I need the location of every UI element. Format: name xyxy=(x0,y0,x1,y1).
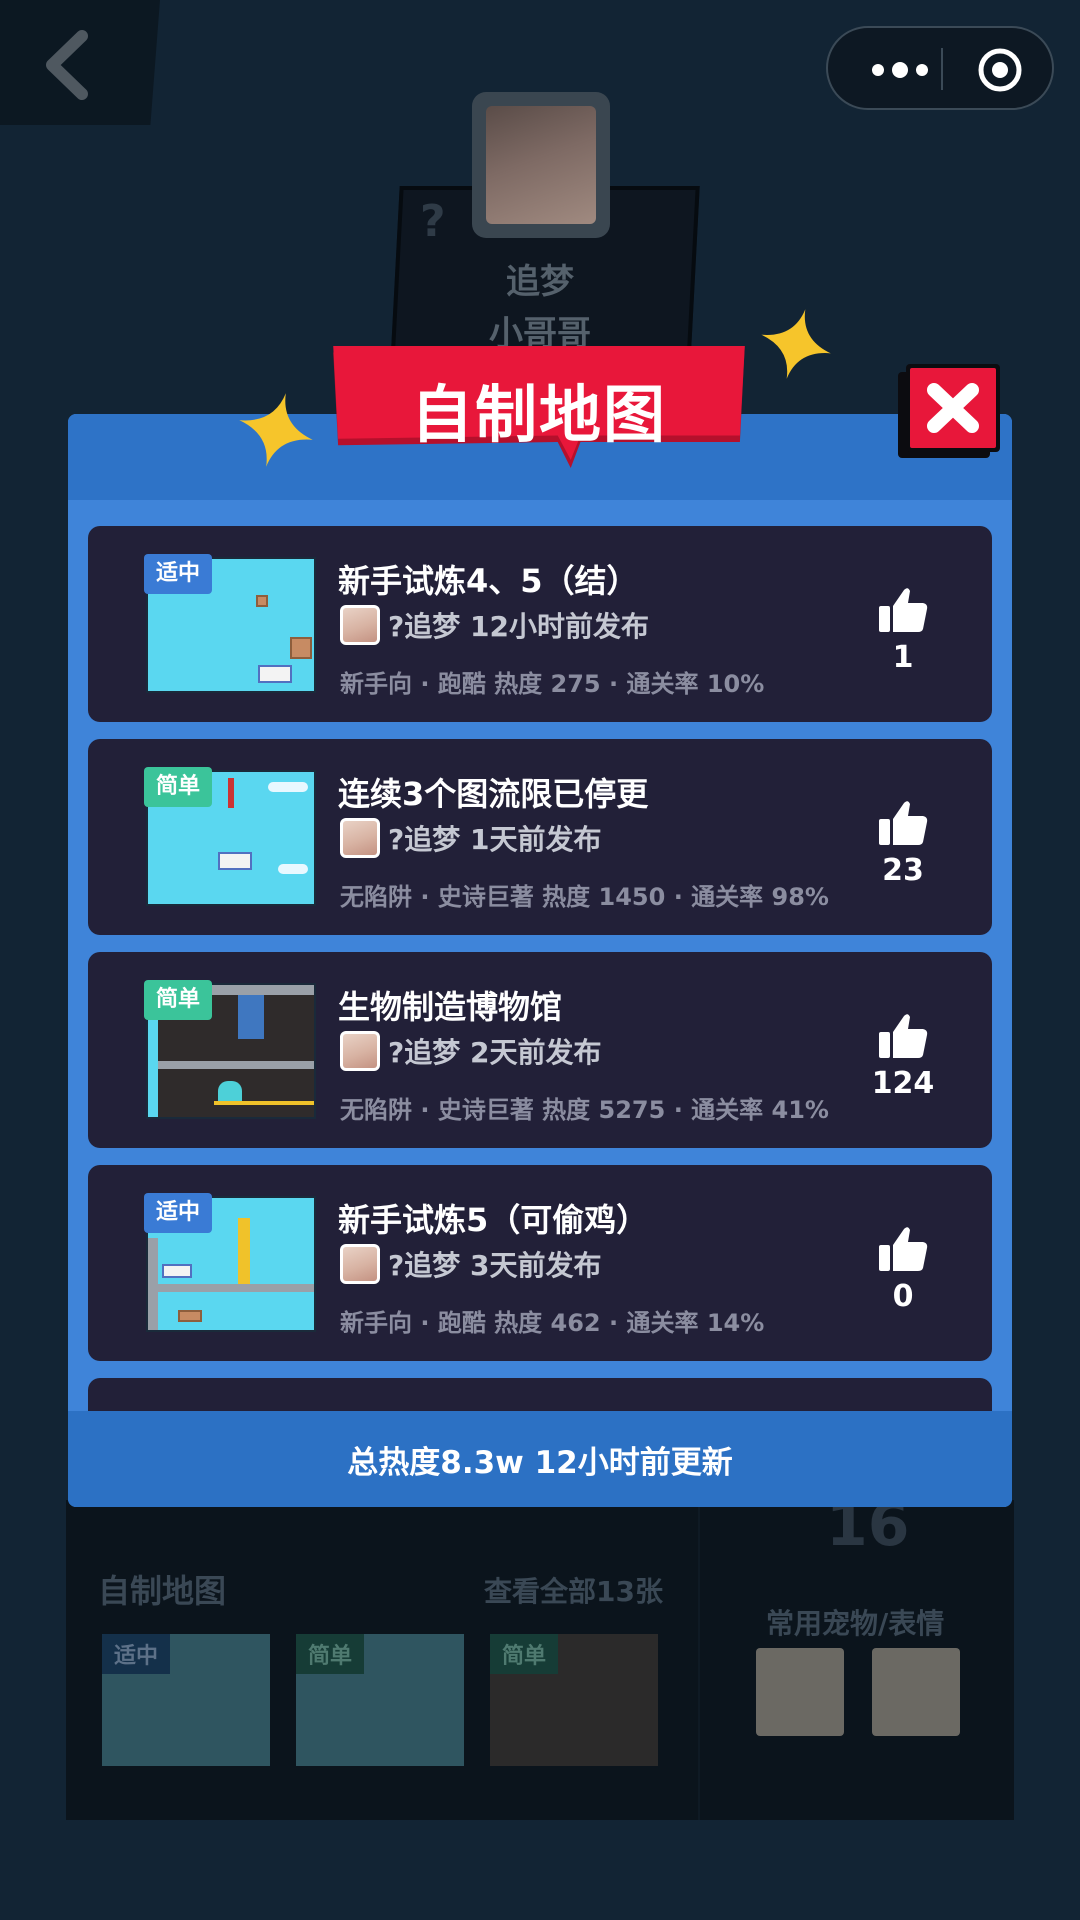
like-button[interactable]: 0 xyxy=(868,1225,938,1314)
like-count: 1 xyxy=(892,640,914,675)
like-count: 124 xyxy=(871,1066,935,1101)
back-button[interactable] xyxy=(0,0,160,125)
capsule-divider xyxy=(941,48,943,90)
difficulty-badge: 适中 xyxy=(144,1193,213,1233)
author-row: ?追梦 2天前发布 xyxy=(340,1030,601,1072)
chevron-left-icon xyxy=(46,30,88,100)
like-button[interactable]: 124 xyxy=(868,1012,938,1101)
panel-divider xyxy=(698,1500,700,1820)
profile-avatar xyxy=(472,92,610,238)
bg-map-tag: 简单 xyxy=(490,1634,559,1674)
pets-section-title: 常用宠物/表情 xyxy=(766,1607,945,1640)
author-avatar xyxy=(340,818,380,858)
bg-map-tag: 适中 xyxy=(102,1634,171,1674)
author-info: ?追梦 2天前发布 xyxy=(388,1036,602,1069)
sparkle-icon xyxy=(761,309,831,379)
modal-footer-summary: 总热度8.3w 12小时前更新 xyxy=(68,1411,1012,1507)
view-all-maps-link[interactable]: 查看全部13张 xyxy=(484,1570,663,1610)
bg-map-thumb[interactable]: 简单 xyxy=(296,1634,464,1766)
map-card[interactable] xyxy=(88,1378,992,1411)
thumbs-up-icon xyxy=(879,1014,928,1058)
map-title: 新手试炼4、5（结） xyxy=(338,562,639,600)
miniprogram-capsule xyxy=(826,26,1054,110)
map-meta: 无陷阱 · 史诗巨著 热度 5275 · 通关率 41% xyxy=(340,1096,829,1124)
pet-hearts-icon[interactable] xyxy=(872,1648,960,1736)
map-meta: 无陷阱 · 史诗巨著 热度 1450 · 通关率 98% xyxy=(340,883,829,911)
maps-section-title: 自制地图 xyxy=(98,1572,227,1610)
like-button[interactable]: 1 xyxy=(868,586,938,675)
profile-question-mark: ? xyxy=(420,196,446,247)
author-info: ?追梦 1天前发布 xyxy=(388,823,602,856)
author-avatar xyxy=(340,605,380,645)
thumbs-up-icon xyxy=(879,801,928,845)
map-meta: 新手向 · 跑酷 热度 462 · 通关率 14% xyxy=(340,1309,765,1337)
difficulty-badge: 适中 xyxy=(144,554,213,594)
map-title: 新手试炼5（可偷鸡） xyxy=(338,1201,649,1239)
maps-list[interactable]: 适中 新手试炼4、5（结） ?追梦 12小时前发布 新手向 · 跑酷 热度 27… xyxy=(88,526,992,1411)
sparkle-icon xyxy=(239,393,313,467)
map-card[interactable]: 适中 新手试炼5（可偷鸡） ?追梦 3天前发布 新手向 · 跑酷 热度 462 … xyxy=(88,1165,992,1361)
map-title: 连续3个图流限已停更 xyxy=(338,775,649,813)
author-row: ?追梦 1天前发布 xyxy=(340,817,601,859)
map-card[interactable]: 简单 连续3个图流限已停更 ?追梦 1天前发布 无陷阱 · 史诗巨著 热度 14… xyxy=(88,739,992,935)
like-button[interactable]: 23 xyxy=(868,799,938,888)
like-count: 23 xyxy=(882,853,924,888)
author-avatar xyxy=(340,1244,380,1284)
bg-map-tag: 简单 xyxy=(296,1634,365,1674)
custom-maps-modal: 适中 新手试炼4、5（结） ?追梦 12小时前发布 新手向 · 跑酷 热度 27… xyxy=(68,414,1012,1507)
thumbs-up-icon xyxy=(879,588,928,632)
thumbs-up-icon xyxy=(879,1227,928,1271)
bg-map-thumb[interactable]: 适中 xyxy=(102,1634,270,1766)
modal-title: 自制地图 xyxy=(410,378,667,451)
pet-tiger-icon[interactable] xyxy=(756,1648,844,1736)
author-row: ?追梦 12小时前发布 xyxy=(340,604,649,646)
profile-name-line1: 追梦 xyxy=(506,262,574,302)
difficulty-badge: 简单 xyxy=(144,980,213,1020)
like-count: 0 xyxy=(892,1279,914,1314)
author-info: ?追梦 3天前发布 xyxy=(388,1249,602,1282)
close-x-icon[interactable] xyxy=(898,364,1002,460)
author-row: ?追梦 3天前发布 xyxy=(340,1243,601,1285)
map-card[interactable]: 适中 新手试炼4、5（结） ?追梦 12小时前发布 新手向 · 跑酷 热度 27… xyxy=(88,526,992,722)
target-circle-icon[interactable] xyxy=(976,46,1024,94)
author-avatar xyxy=(340,1031,380,1071)
bg-map-thumb[interactable]: 简单 xyxy=(490,1634,658,1766)
author-info: ?追梦 12小时前发布 xyxy=(388,610,649,643)
difficulty-badge: 简单 xyxy=(144,767,213,807)
map-card[interactable]: 简单 生物制造博物馆 ?追梦 2天前发布 无陷阱 · 史诗巨著 热度 5275 … xyxy=(88,952,992,1148)
more-dots-icon[interactable] xyxy=(864,56,944,84)
map-meta: 新手向 · 跑酷 热度 275 · 通关率 10% xyxy=(340,670,765,698)
map-title: 生物制造博物馆 xyxy=(338,988,563,1026)
